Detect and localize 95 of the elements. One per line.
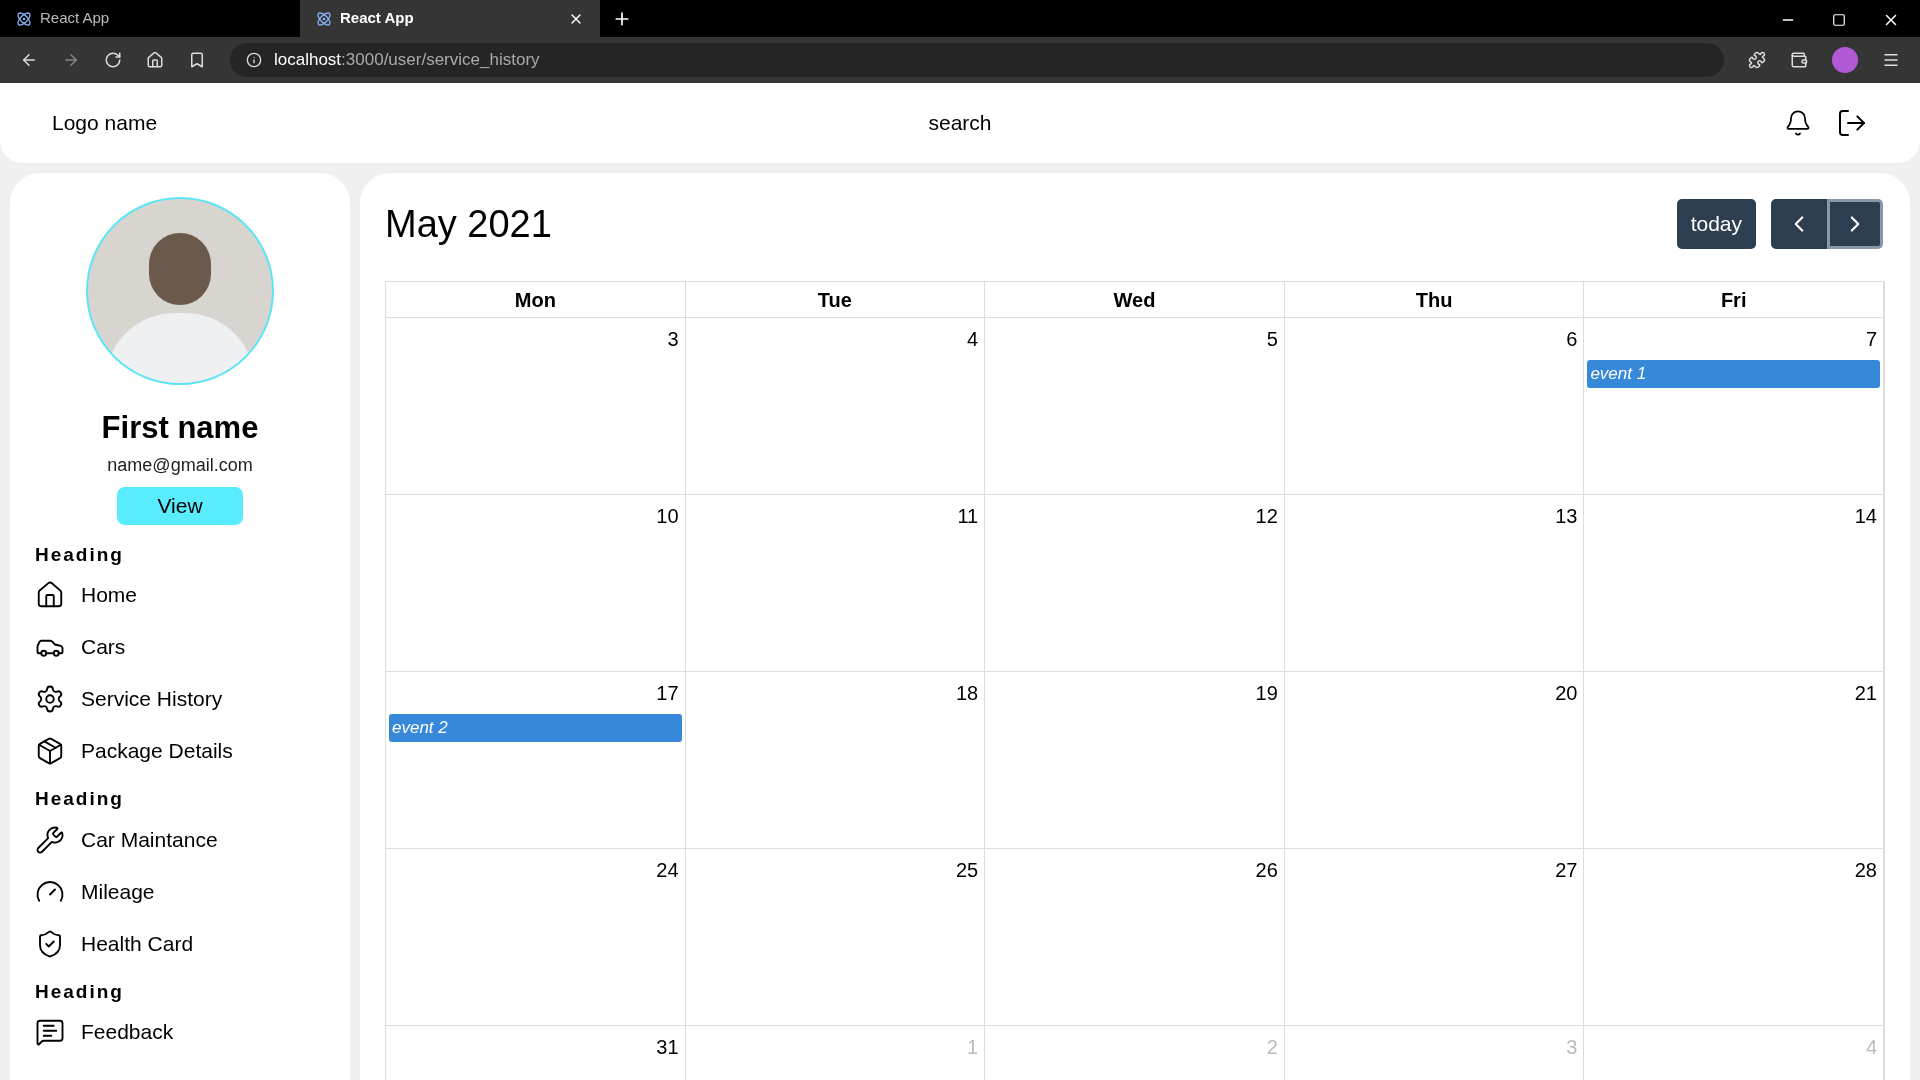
day-number: 11 <box>957 504 980 529</box>
event-bar[interactable]: event 1 <box>1587 360 1880 388</box>
nav-icon <box>35 580 65 610</box>
day-number: 4 <box>967 327 980 352</box>
nav-item[interactable]: Package Details <box>35 725 325 777</box>
day-cell[interactable]: 31 <box>386 1026 686 1080</box>
day-number: 27 <box>1555 858 1579 883</box>
day-cell[interactable]: 17 event 2 <box>386 672 686 849</box>
nav-icon <box>35 824 65 855</box>
day-number: 31 <box>656 1035 680 1060</box>
user-email: name@gmail.com <box>107 453 253 477</box>
day-number: 5 <box>1266 327 1279 352</box>
day-number: 3 <box>667 327 680 352</box>
nav-item[interactable]: Cars <box>35 621 325 673</box>
day-number: 28 <box>1854 858 1878 883</box>
day-cell[interactable]: 3 <box>386 318 686 495</box>
day-cell[interactable]: 4 <box>685 318 986 495</box>
profile-avatar[interactable] <box>1832 47 1858 73</box>
browser-tab[interactable]: React App <box>300 0 600 37</box>
nav-icon <box>35 684 65 714</box>
weekday-header: Wed <box>985 282 1285 318</box>
section-heading: Heading <box>35 787 125 811</box>
day-cell[interactable]: 24 <box>386 849 686 1026</box>
nav-item[interactable]: Health Card <box>35 917 325 970</box>
day-number: 17 <box>656 681 680 706</box>
url-text: localhost:3000/user/service_history <box>274 49 540 72</box>
view-button[interactable]: View <box>117 486 243 525</box>
next-button[interactable] <box>1827 199 1883 249</box>
day-cell[interactable]: 7 event 1 <box>1584 318 1884 495</box>
day-number: 3 <box>1566 1035 1579 1060</box>
day-number: 21 <box>1854 681 1878 706</box>
logo-text: Logo name <box>52 110 159 137</box>
day-number: 13 <box>1555 504 1579 529</box>
logout-icon[interactable] <box>1836 107 1868 139</box>
calendar-title: May 2021 <box>385 201 552 247</box>
event-bar[interactable]: event 2 <box>389 714 682 742</box>
bookmark-icon[interactable] <box>188 51 206 69</box>
user-name: First name <box>101 409 259 447</box>
nav-item[interactable]: Home <box>35 569 325 621</box>
react-icon <box>316 10 332 27</box>
day-number: 4 <box>1865 1035 1878 1060</box>
info-icon <box>246 52 262 68</box>
day-number: 20 <box>1555 681 1579 706</box>
reload-icon[interactable] <box>104 51 122 69</box>
day-number: 12 <box>1255 504 1279 529</box>
nav-icon <box>35 736 65 766</box>
search-field[interactable]: search <box>928 107 992 139</box>
extension-icon[interactable] <box>1748 51 1766 69</box>
day-number: 2 <box>1266 1035 1279 1060</box>
day-number: 7 <box>1865 327 1878 352</box>
day-number: 24 <box>656 858 680 883</box>
react-icon <box>16 10 32 27</box>
day-number: 6 <box>1566 327 1579 352</box>
day-cell[interactable]: 10 <box>386 495 686 672</box>
section-heading: Heading <box>35 542 125 567</box>
day-number: 1 <box>967 1035 980 1060</box>
maximize-icon[interactable] <box>1832 13 1846 27</box>
day-cell[interactable]: 14 <box>1584 495 1884 672</box>
address-field[interactable]: localhost:3000/user/service_history <box>230 43 1724 77</box>
nav-item[interactable]: Mileage <box>35 865 325 918</box>
home-icon[interactable] <box>146 51 164 69</box>
day-cell[interactable]: 28 <box>1584 849 1884 1026</box>
nav-icon <box>35 1017 65 1047</box>
menu-icon[interactable] <box>1882 51 1900 69</box>
forward-icon[interactable] <box>62 51 80 69</box>
nav-item[interactable]: Service History <box>35 673 325 725</box>
day-cell[interactable]: 13 <box>1284 495 1585 672</box>
day-number: 25 <box>955 858 980 883</box>
weekday-header: Mon <box>386 282 686 318</box>
day-cell[interactable]: 25 <box>685 849 986 1026</box>
day-cell[interactable]: 12 <box>985 495 1285 672</box>
back-icon[interactable] <box>20 51 38 69</box>
day-number: 14 <box>1854 504 1878 529</box>
day-cell[interactable]: 5 <box>985 318 1285 495</box>
notification-bell-icon[interactable] <box>1784 109 1812 137</box>
day-number: 10 <box>656 504 680 529</box>
day-cell[interactable]: 6 <box>1284 318 1585 495</box>
day-cell[interactable]: 19 <box>985 672 1285 849</box>
day-cell[interactable]: 11 <box>685 495 986 672</box>
nav-item[interactable]: Car Maintance <box>35 813 325 866</box>
nav-item[interactable]: Feedback <box>35 1006 325 1058</box>
day-cell[interactable]: 18 <box>685 672 986 849</box>
wallet-icon[interactable] <box>1790 51 1808 69</box>
weekday-header: Tue <box>685 282 986 318</box>
weekday-header: Thu <box>1284 282 1585 318</box>
day-cell[interactable]: 27 <box>1284 849 1585 1026</box>
day-cell[interactable]: 20 <box>1284 672 1585 849</box>
day-number: 19 <box>1255 681 1279 706</box>
day-number: 18 <box>955 681 980 706</box>
today-button[interactable]: today <box>1676 199 1756 249</box>
section-heading: Heading <box>35 979 125 1004</box>
day-number: 26 <box>1255 858 1279 883</box>
day-cell[interactable]: 21 <box>1584 672 1884 849</box>
weekday-header: Fri <box>1584 282 1884 318</box>
day-cell[interactable]: 26 <box>985 849 1285 1026</box>
